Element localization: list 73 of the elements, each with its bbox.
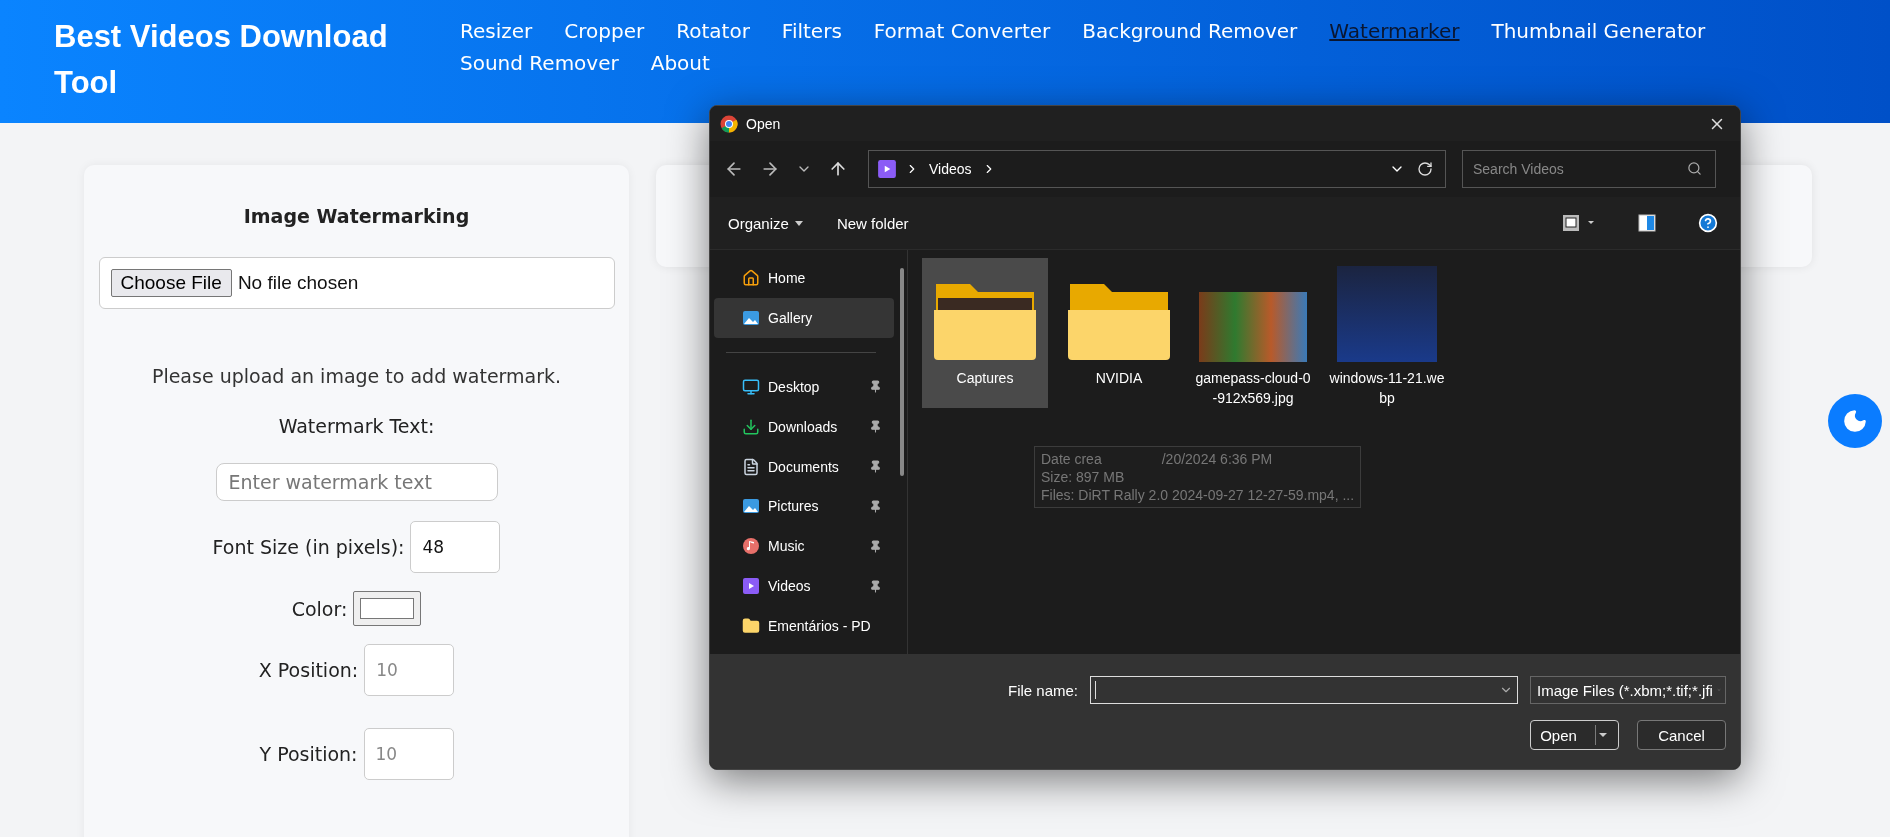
file-tooltip: Date crea /20/2024 6:36 PM Size: 897 MB Files: DiRT Rally 2.0 2024-09-27 12-27-59.mp4, ... — [1034, 446, 1362, 508]
video-library-icon — [742, 577, 760, 596]
pin-icon — [869, 420, 882, 434]
file-name-field[interactable] — [1090, 676, 1518, 704]
file-tile[interactable]: gamepass-cloud-0-912x569.jpg — [1190, 258, 1316, 408]
field-label: X Position: — [258, 659, 359, 681]
nav-link[interactable]: Filters — [781, 16, 842, 46]
field-label: Color: — [291, 597, 348, 620]
nav-link[interactable]: Sound Remover — [460, 48, 619, 78]
site-logo: Best Videos Download Tool — [54, 18, 389, 102]
cancel-button[interactable]: Cancel — [1637, 720, 1726, 750]
sidebar-item[interactable]: Desktop — [714, 366, 894, 407]
field-label: Font Size (in pixels): — [212, 536, 405, 558]
dropdown-caret-icon — [1594, 725, 1609, 745]
gallery-icon — [742, 308, 760, 327]
field-label: Y Position: — [259, 743, 358, 765]
folder-icon — [742, 617, 760, 636]
file-name-label: File name: — [1007, 681, 1078, 699]
chrome-logo-icon — [720, 114, 738, 133]
new-folder-button[interactable]: New folder — [836, 214, 909, 232]
sidebar-item[interactable]: Gallery — [714, 297, 894, 338]
color-picker[interactable] — [353, 591, 422, 626]
number-field[interactable]: 10 — [364, 644, 455, 696]
moon-icon — [1842, 408, 1868, 434]
breadcrumb-item[interactable]: Videos — [929, 161, 972, 177]
sidebar-item[interactable]: Pictures — [714, 486, 894, 527]
watermark-text-field[interactable]: Enter watermark text — [215, 463, 498, 501]
choose-file-button[interactable]: Choose File — [110, 269, 232, 297]
nav-link[interactable]: Format Converter — [873, 16, 1051, 46]
sidebar-item[interactable]: Downloads — [714, 406, 894, 447]
address-bar[interactable]: Videos — [868, 150, 1446, 188]
nav-link[interactable]: Resizer — [460, 16, 533, 46]
nav-link[interactable]: Thumbnail Generator — [1491, 16, 1706, 46]
dialog-title: Open — [746, 115, 782, 132]
upload-notice: Please upload an image to add watermark. — [151, 365, 562, 387]
desktop-icon — [742, 377, 760, 396]
sidebar-item[interactable]: Music — [714, 526, 894, 567]
dark-mode-button[interactable] — [1828, 394, 1882, 448]
nav-link[interactable]: Cropper — [564, 16, 645, 46]
file-status: No file chosen — [237, 272, 359, 294]
nav-link[interactable]: Rotator — [676, 16, 750, 46]
pin-icon — [869, 579, 882, 593]
file-tile[interactable]: NVIDIA — [1056, 258, 1182, 408]
home-icon — [742, 268, 760, 287]
field-label: Watermark Text: — [278, 415, 435, 437]
search-field[interactable]: Search Videos — [1462, 150, 1716, 188]
search-icon — [1687, 161, 1702, 176]
picture-icon — [742, 497, 760, 516]
document-icon — [742, 457, 760, 476]
nav-link[interactable]: Background Remover — [1082, 16, 1298, 46]
video-library-icon — [877, 159, 897, 179]
pin-icon — [869, 539, 882, 553]
sidebar-item[interactable]: Ementários - PD — [714, 606, 894, 646]
file-tile[interactable]: windows-11-21.webp — [1324, 258, 1450, 408]
nav-link[interactable]: About — [650, 48, 710, 78]
number-field[interactable]: 10 — [363, 728, 454, 780]
sidebar-item[interactable]: Videos — [714, 566, 894, 607]
music-icon — [742, 537, 760, 556]
file-tile[interactable]: Captures — [922, 258, 1048, 408]
pin-icon — [869, 460, 882, 473]
number-field[interactable]: 48 — [410, 521, 501, 573]
file-type-dropdown[interactable]: Image Files (*.xbm;*.tif;*.jfi — [1530, 676, 1726, 704]
open-button[interactable]: Open — [1530, 720, 1619, 750]
caret-icon — [794, 220, 803, 226]
sidebar-item[interactable]: Documents — [714, 446, 894, 487]
card-title: Image Watermarking — [243, 205, 470, 227]
download-icon — [742, 417, 760, 436]
refresh-icon — [1417, 161, 1433, 177]
sidebar-item[interactable]: Home — [714, 258, 894, 298]
file-input-field[interactable]: Choose File No file chosen — [98, 257, 615, 309]
pin-icon — [869, 499, 882, 513]
pin-icon — [869, 380, 882, 394]
organize-menu[interactable]: Organize — [728, 214, 803, 232]
